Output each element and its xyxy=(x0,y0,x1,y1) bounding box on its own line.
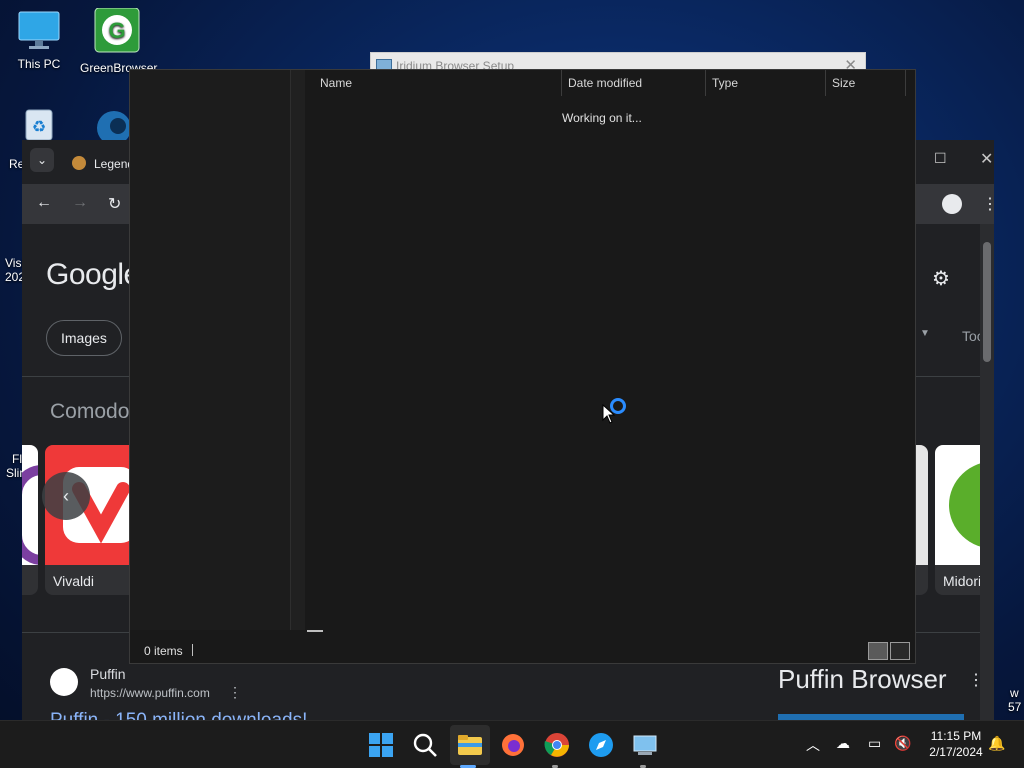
column-header: Name Date modified Type Size xyxy=(306,70,906,96)
browser-card[interactable] xyxy=(22,445,38,595)
chevron-up-icon[interactable]: ︿ xyxy=(806,735,820,755)
result-more-icon[interactable]: ⋮ xyxy=(228,684,242,701)
svg-text:G: G xyxy=(108,18,125,43)
file-dialog[interactable]: Name Date modified Type Size Working on … xyxy=(129,69,916,664)
chevron-down-icon[interactable]: ▼ xyxy=(920,328,930,339)
status-bar: 0 items xyxy=(130,632,915,663)
system-clock[interactable]: 11:15 PM 2/17/2024 xyxy=(922,728,990,760)
forward-arrow-icon[interactable]: → xyxy=(72,194,88,212)
clock-date: 2/17/2024 xyxy=(929,745,983,759)
result-link[interactable]: Puffin - 150 million downloads! xyxy=(50,710,307,720)
column-type[interactable]: Type xyxy=(712,76,738,90)
navigation-pane[interactable] xyxy=(130,70,291,630)
maximize-button[interactable]: ☐ xyxy=(934,150,947,167)
clock-time: 11:15 PM xyxy=(930,729,982,743)
cloud-offline-icon[interactable]: ☁ xyxy=(836,735,850,752)
notification-bell-icon[interactable]: 🔔 xyxy=(988,735,1005,752)
scrollbar-thumb[interactable] xyxy=(983,242,991,362)
network-icon[interactable]: ▭ xyxy=(868,735,881,752)
taskbar: ︿ ☁ ▭ 🔇 11:15 PM 2/17/2024 🔔 xyxy=(0,720,1024,768)
item-count: 0 items xyxy=(144,644,183,658)
result-site-name[interactable]: Puffin xyxy=(90,666,126,682)
column-separator[interactable] xyxy=(825,70,826,96)
desktop-icon-label: This PC xyxy=(17,57,61,71)
filter-chip-images[interactable]: Images xyxy=(46,320,122,356)
status-separator xyxy=(192,644,193,656)
large-icons-view-icon[interactable] xyxy=(890,642,910,660)
chrome-icon[interactable] xyxy=(543,731,571,759)
menu-kebab-icon[interactable]: ⋮ xyxy=(982,194,994,214)
profile-avatar-icon[interactable] xyxy=(942,194,962,214)
column-separator[interactable] xyxy=(905,70,906,96)
puffin-favicon-icon xyxy=(50,668,78,696)
desktop-icon-greenbrowser[interactable]: G GreenBrowser xyxy=(80,7,157,75)
close-window-button[interactable]: ✕ xyxy=(980,149,993,169)
greenbrowser-icon: G xyxy=(94,7,140,53)
browser-card-vivaldi[interactable]: Vivaldi xyxy=(45,445,141,595)
card-caption: Midori xyxy=(943,573,982,589)
file-explorer-icon[interactable] xyxy=(456,731,484,759)
details-view-icon[interactable] xyxy=(868,642,888,660)
back-arrow-icon[interactable]: ← xyxy=(36,194,52,212)
desktop-edge-label: w xyxy=(1010,686,1019,700)
pane-gutter xyxy=(291,70,305,630)
desktop-icon-this-pc[interactable]: This PC xyxy=(2,8,76,71)
page-scrollbar[interactable] xyxy=(980,224,994,720)
monitor-icon xyxy=(18,11,60,49)
column-date-modified[interactable]: Date modified xyxy=(568,76,642,90)
recycle-bin-icon[interactable]: ♻ xyxy=(20,106,58,144)
desktop-edge-label: Fl xyxy=(12,452,22,466)
volume-muted-icon[interactable]: 🔇 xyxy=(894,735,911,752)
column-separator[interactable] xyxy=(705,70,706,96)
tab-search-button[interactable]: ⌄ xyxy=(30,148,54,172)
search-icon[interactable] xyxy=(411,731,439,759)
loading-message: Working on it... xyxy=(562,111,642,125)
result-url[interactable]: https://www.puffin.com xyxy=(90,686,210,700)
reload-icon[interactable]: ↻ xyxy=(108,194,121,214)
column-size[interactable]: Size xyxy=(832,76,855,90)
tab-favicon-icon xyxy=(72,156,86,170)
knowledge-panel-title: Puffin Browser xyxy=(778,664,947,694)
column-name[interactable]: Name xyxy=(320,76,352,90)
mouse-cursor-icon xyxy=(602,404,616,424)
setup-icon[interactable] xyxy=(631,731,659,759)
card-caption: Vivaldi xyxy=(53,573,94,589)
section-heading: Comodo xyxy=(50,400,130,423)
svg-text:♻: ♻ xyxy=(32,119,46,136)
desktop-edge-label: 57 xyxy=(1008,700,1022,714)
carousel-left-button[interactable]: ‹ xyxy=(42,472,90,520)
column-separator[interactable] xyxy=(561,70,562,96)
google-logo[interactable]: Google xyxy=(46,258,140,292)
firefox-icon[interactable] xyxy=(499,731,527,759)
start-icon[interactable] xyxy=(367,731,395,759)
safari-like-icon[interactable] xyxy=(587,731,615,759)
settings-gear-icon[interactable]: ⚙ xyxy=(932,266,950,291)
